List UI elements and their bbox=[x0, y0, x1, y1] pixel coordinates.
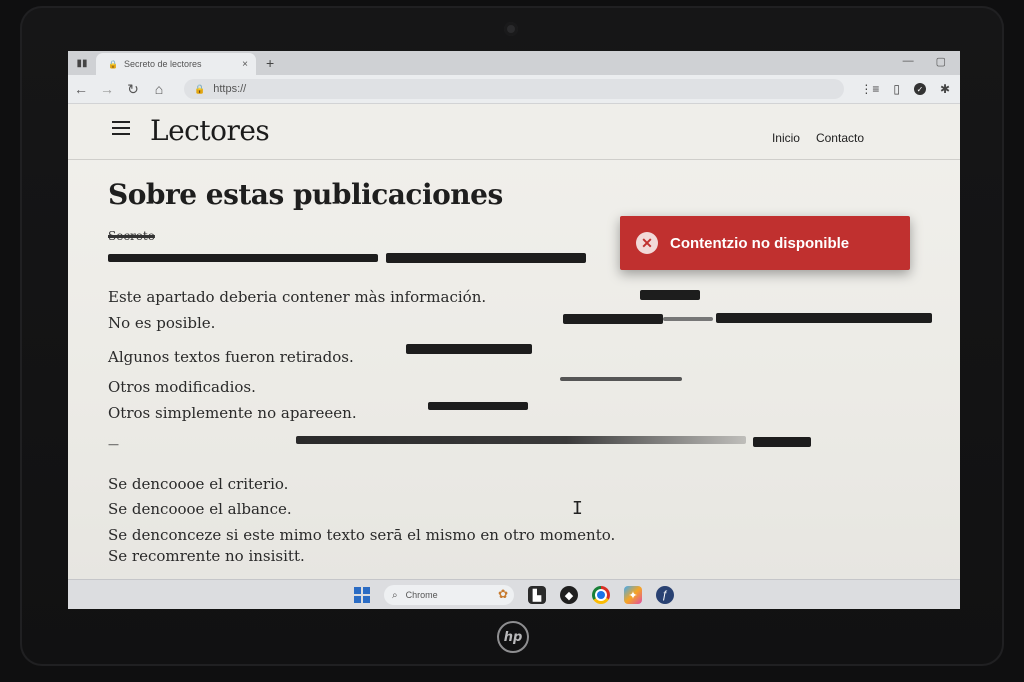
search-highlight-icon: ✿ bbox=[497, 587, 508, 601]
error-toast: ✕ Contentzio no disponible bbox=[620, 216, 910, 270]
redaction-bar bbox=[640, 290, 700, 300]
text-cursor-icon: I bbox=[572, 498, 583, 519]
reload-icon[interactable]: ↻ bbox=[120, 81, 146, 98]
tab-title: Secreto de lectores bbox=[123, 59, 202, 69]
tab-active[interactable]: 🔒 Secreto de lectores × bbox=[96, 53, 256, 75]
search-icon: ⌕ bbox=[392, 589, 398, 601]
tab-strip: ▮▮ 🔒 Secreto de lectores × + — ▢ bbox=[68, 51, 960, 75]
body-line-9: Se recomrente no insisitt. bbox=[108, 547, 305, 565]
redaction-bar bbox=[663, 317, 713, 321]
toast-message: Contentzio no disponible bbox=[670, 234, 850, 252]
menu-icon[interactable] bbox=[112, 121, 130, 139]
back-icon[interactable]: ← bbox=[68, 81, 94, 97]
minimize-icon[interactable]: — bbox=[903, 55, 914, 68]
taskbar-search-label: Chrome bbox=[405, 590, 438, 600]
toolbar-actions: ⋮≡ ▯ ✓ ✱ bbox=[860, 82, 960, 96]
puzzle-icon[interactable]: ✱ bbox=[940, 82, 950, 96]
address-text: https:// bbox=[213, 83, 247, 95]
error-x-icon: ✕ bbox=[636, 232, 658, 254]
redaction-bar bbox=[716, 313, 932, 323]
lock-icon: 🔒 bbox=[108, 59, 118, 69]
nav-link-contacto[interactable]: Contacto bbox=[816, 131, 864, 145]
redaction-bar bbox=[386, 253, 586, 263]
redaction-bar bbox=[296, 436, 746, 444]
nav-link-inicio[interactable]: Inicio bbox=[772, 131, 800, 145]
new-tab-button[interactable]: + bbox=[266, 55, 274, 71]
side-panel-icon[interactable]: ▯ bbox=[893, 82, 900, 96]
hp-logo: hp bbox=[497, 621, 529, 653]
taskbar-search[interactable]: ⌕ Chrome ✿ bbox=[384, 585, 514, 605]
web-page: Lectores Inicio Contacto Sobre estas pub… bbox=[68, 104, 960, 609]
copilot-icon[interactable]: ✦ bbox=[624, 586, 642, 604]
redaction-bar bbox=[406, 344, 532, 354]
tab-actions-icon[interactable]: ▮▮ bbox=[68, 51, 96, 75]
body-line-5: Otros simplemente no apareeen. bbox=[108, 404, 357, 422]
redaction-bar bbox=[753, 437, 811, 447]
body-line-8: Se denconceze si este mimo texto serā el… bbox=[108, 526, 616, 544]
page-title: Sobre estas publicaciones bbox=[108, 178, 503, 211]
address-bar[interactable]: 🔒 https:// bbox=[184, 79, 844, 99]
browser-toolbar: ← → ↻ ⌂ 🔒 https:// ⋮≡ ▯ ✓ ✱ bbox=[68, 75, 960, 104]
app-icon[interactable]: ◆ bbox=[560, 586, 578, 604]
profile-check-icon[interactable]: ✓ bbox=[913, 83, 926, 95]
tab-close-button[interactable]: × bbox=[242, 59, 248, 70]
redaction-bar bbox=[560, 377, 682, 381]
body-line-1: Este apartado deberia contener màs infor… bbox=[108, 288, 487, 306]
site-header: Lectores Inicio Contacto bbox=[68, 104, 960, 160]
file-explorer-icon[interactable]: ▙ bbox=[528, 586, 546, 604]
extensions-icon[interactable]: ⋮≡ bbox=[860, 82, 879, 96]
forward-icon[interactable]: → bbox=[94, 81, 120, 97]
windows-start-icon[interactable] bbox=[354, 587, 370, 603]
body-line-2: No es posible. bbox=[108, 314, 216, 332]
maximize-icon[interactable]: ▢ bbox=[936, 55, 946, 68]
body-line-3: Algunos textos fueron retirados. bbox=[108, 348, 354, 366]
body-line-4: Otros modificadios. bbox=[108, 378, 256, 396]
redaction-bar bbox=[108, 254, 378, 262]
site-brand[interactable]: Lectores bbox=[150, 114, 270, 147]
taskbar: ⌕ Chrome ✿ ▙ ◆ ✦ ƒ bbox=[68, 579, 960, 609]
fedora-icon[interactable]: ƒ bbox=[656, 586, 674, 604]
redaction-bar bbox=[428, 402, 528, 410]
redacted-label: Secreto bbox=[108, 229, 155, 243]
top-nav: Inicio Contacto bbox=[772, 131, 864, 145]
site-info-icon[interactable]: 🔒 bbox=[194, 84, 205, 95]
body-line-7: Se dencoooe el albance. bbox=[108, 500, 292, 518]
webcam bbox=[504, 22, 518, 36]
window-controls: — ▢ bbox=[903, 55, 946, 68]
screen: ▮▮ 🔒 Secreto de lectores × + — ▢ ← → ↻ ⌂… bbox=[68, 51, 960, 609]
body-line-separator: — bbox=[108, 438, 119, 451]
body-line-6: Se dencoooe el criterio. bbox=[108, 475, 289, 493]
chrome-icon[interactable] bbox=[592, 586, 610, 604]
redaction-bar bbox=[563, 314, 663, 324]
home-icon[interactable]: ⌂ bbox=[146, 81, 172, 97]
